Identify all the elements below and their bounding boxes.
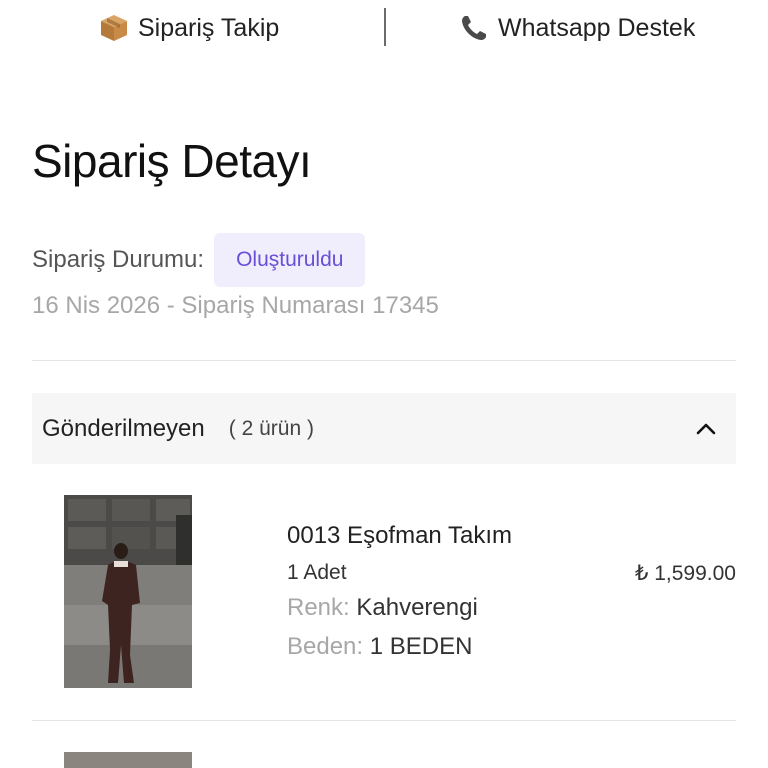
order-status-label: Sipariş Durumu:	[32, 246, 205, 273]
product-price: ₺ 1,599.00	[635, 562, 736, 585]
unshipped-group-header[interactable]: Gönderilmeyen ( 2 ürün )	[32, 393, 736, 464]
color-value: Kahverengi	[356, 594, 478, 621]
chevron-up-icon[interactable]	[694, 417, 718, 441]
order-status-row: Sipariş Durumu: Oluşturuldu	[32, 232, 366, 288]
product-size: Beden: 1 BEDEN	[287, 633, 472, 661]
order-meta: 16 Nis 2026 - Sipariş Numarası 17345	[32, 292, 439, 319]
group-item-count: ( 2 ürün )	[228, 416, 314, 440]
product-color: Renk: Kahverengi	[287, 594, 478, 622]
whatsapp-support-link[interactable]: Whatsapp Destek	[458, 8, 695, 48]
divider	[32, 360, 736, 361]
top-divider	[384, 8, 386, 46]
group-title: Gönderilmeyen	[42, 414, 205, 442]
product-quantity: 1 Adet	[287, 561, 347, 584]
phone-icon	[458, 12, 490, 44]
top-bar: Sipariş Takip Whatsapp Destek	[0, 0, 768, 58]
whatsapp-support-label: Whatsapp Destek	[498, 13, 696, 42]
order-tracking-link[interactable]: Sipariş Takip	[98, 8, 279, 48]
divider	[32, 720, 736, 721]
package-icon	[98, 12, 130, 44]
size-key: Beden:	[287, 633, 364, 660]
size-value: 1 BEDEN	[369, 633, 473, 660]
status-badge: Oluşturuldu	[214, 233, 366, 287]
order-detail-page: Sipariş Takip Whatsapp Destek Sipariş De…	[0, 0, 768, 768]
page-title: Sipariş Detayı	[32, 135, 312, 187]
color-key: Renk:	[287, 594, 350, 621]
product-name[interactable]: 0013 Eşofman Takım	[287, 522, 512, 550]
product-image[interactable]	[64, 752, 192, 768]
product-image[interactable]	[64, 495, 192, 688]
order-tracking-label: Sipariş Takip	[138, 13, 280, 42]
